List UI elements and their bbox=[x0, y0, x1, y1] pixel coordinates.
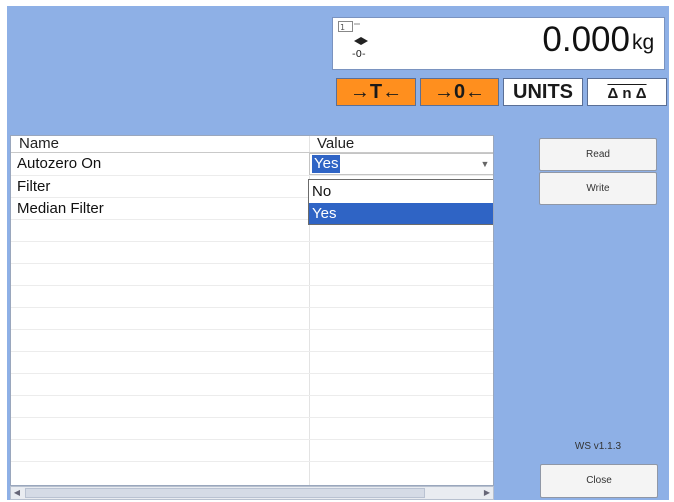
row-divider bbox=[11, 263, 493, 264]
column-header-name[interactable]: Name bbox=[19, 136, 309, 152]
value-dropdown-list: No Yes bbox=[308, 179, 493, 225]
row-divider bbox=[11, 241, 493, 242]
row-divider bbox=[11, 373, 493, 374]
read-button[interactable]: Read bbox=[539, 138, 657, 171]
zero-button[interactable]: →0← bbox=[420, 78, 499, 106]
parameter-name[interactable]: Filter bbox=[17, 177, 50, 197]
version-label: WS v1.1.3 bbox=[574, 441, 622, 452]
row-divider bbox=[11, 329, 493, 330]
row-divider bbox=[11, 439, 493, 440]
scale-select-button[interactable]: Δ n Δ bbox=[587, 78, 667, 106]
combobox-selected-value: Yes bbox=[312, 155, 341, 173]
row-divider bbox=[11, 417, 493, 418]
dropdown-option-no[interactable]: No bbox=[309, 181, 493, 202]
zero-indicator: -0- bbox=[352, 49, 366, 60]
tare-button[interactable]: →T← bbox=[336, 78, 416, 106]
parameter-name[interactable]: Median Filter bbox=[17, 199, 104, 219]
row-divider bbox=[11, 175, 493, 176]
row-divider bbox=[11, 461, 493, 462]
row-divider bbox=[11, 351, 493, 352]
svg-text:1: 1 bbox=[340, 23, 345, 32]
chevron-down-icon[interactable]: ▼ bbox=[478, 156, 492, 172]
scrollbar-thumb[interactable] bbox=[25, 488, 425, 498]
horizontal-scrollbar[interactable]: ◀ ▶ bbox=[10, 486, 494, 500]
units-button[interactable]: UNITS bbox=[503, 78, 583, 106]
scale-status-icon: 1 -0- bbox=[338, 21, 368, 60]
parameter-name[interactable]: Autozero On bbox=[17, 154, 101, 174]
dropdown-option-yes[interactable]: Yes bbox=[309, 203, 493, 224]
write-button[interactable]: Write bbox=[539, 172, 657, 205]
scroll-left-icon[interactable]: ◀ bbox=[11, 487, 23, 499]
column-header-value[interactable]: Value bbox=[317, 136, 487, 152]
row-divider bbox=[11, 285, 493, 286]
close-button[interactable]: Close bbox=[540, 464, 658, 498]
scale-select-icon: Δ n Δ bbox=[607, 85, 647, 102]
scroll-right-icon[interactable]: ▶ bbox=[481, 487, 493, 499]
row-divider bbox=[11, 395, 493, 396]
parameter-table: Name Value Autozero On Filter Median Fil… bbox=[10, 135, 494, 486]
row-divider bbox=[11, 307, 493, 308]
value-combobox[interactable]: Yes ▼ bbox=[309, 153, 493, 175]
weight-value: 0.000 bbox=[542, 20, 630, 59]
weight-unit: kg bbox=[632, 31, 655, 54]
